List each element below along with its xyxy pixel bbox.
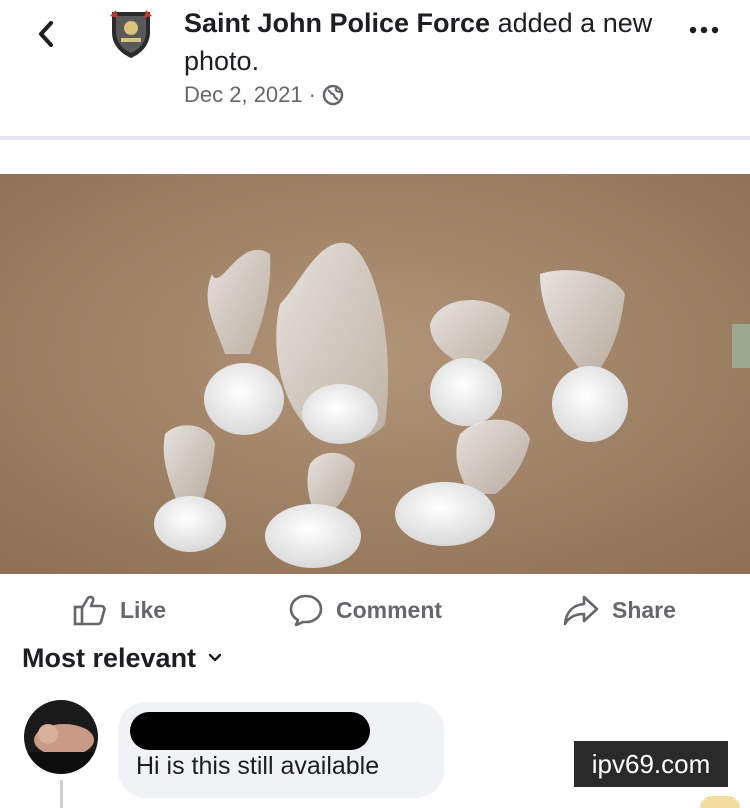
avatar-image <box>24 700 98 774</box>
back-button[interactable] <box>30 14 62 54</box>
comment-button[interactable]: Comment <box>288 590 442 630</box>
chevron-down-icon <box>208 653 222 662</box>
post-photo[interactable] <box>0 174 750 574</box>
more-options-button[interactable] <box>684 18 724 42</box>
share-arrow-icon <box>563 595 599 626</box>
thread-line <box>60 780 63 808</box>
police-crest-icon <box>110 10 152 58</box>
post-meta: Dec 2, 2021 · <box>184 82 344 108</box>
comment-text: Hi is this still available <box>136 752 380 780</box>
share-label: Share <box>612 596 676 623</box>
page-avatar[interactable] <box>104 6 158 60</box>
like-label: Like <box>120 596 167 623</box>
commenter-avatar[interactable] <box>24 700 98 774</box>
post-action-bar: Like Comment Share <box>0 582 750 636</box>
photo-image <box>0 174 750 574</box>
meta-separator: · <box>308 82 316 107</box>
chevron-left-icon <box>39 21 53 47</box>
comment-icon <box>289 594 323 627</box>
post-date[interactable]: Dec 2, 2021 <box>184 82 303 108</box>
share-button[interactable]: Share <box>562 590 676 630</box>
watermark: ipv69.com <box>574 741 728 787</box>
more-dots-icon <box>689 26 719 34</box>
watermark-text: ipv69.com <box>591 748 711 779</box>
like-button[interactable]: Like <box>72 590 166 630</box>
post-header: Saint John Police Force added a new phot… <box>0 0 750 136</box>
thumbs-up-icon <box>73 595 106 626</box>
comment-sort-dropdown[interactable]: Most relevant <box>22 636 222 680</box>
comment-sort-label: Most relevant <box>22 642 197 673</box>
post-title: Saint John Police Force added a new phot… <box>184 4 664 80</box>
reaction-emoji-partial <box>700 796 740 808</box>
page-name-link[interactable]: Saint John Police Force <box>184 8 490 38</box>
comment-label: Comment <box>336 596 443 623</box>
redacted-commenter-name <box>130 712 370 750</box>
header-divider <box>0 136 750 140</box>
globe-icon <box>322 84 344 106</box>
